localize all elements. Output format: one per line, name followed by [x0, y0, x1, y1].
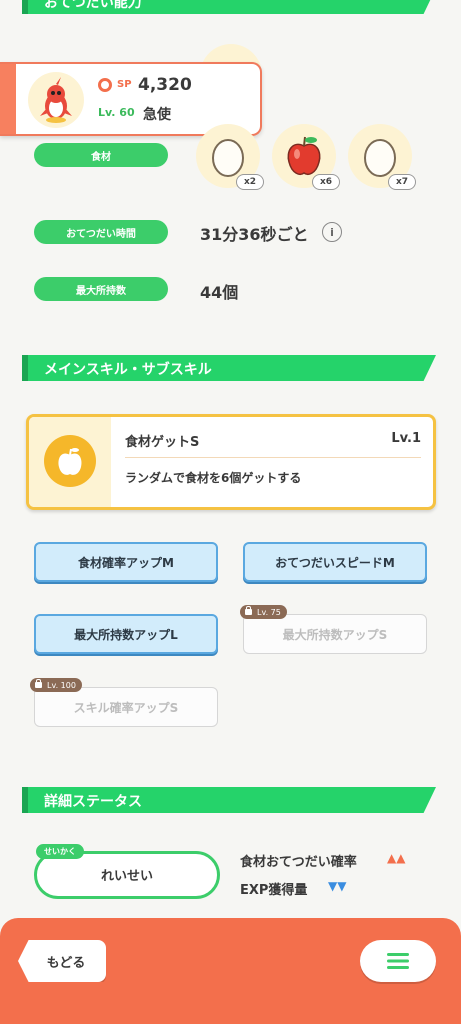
section-header-title: メインスキル・サブスキル — [44, 362, 212, 378]
egg-icon — [364, 139, 396, 177]
apple-icon — [287, 136, 321, 175]
nature-up-arrows: ▲▲ — [387, 851, 406, 865]
sp-label: SP — [117, 79, 132, 90]
main-skill-divider — [125, 457, 421, 458]
ingredient-count: x2 — [236, 174, 264, 190]
unlock-level: Lv. 75 — [257, 607, 281, 617]
back-button[interactable]: もどる — [18, 940, 106, 982]
ingredient-slot-3[interactable]: x7 — [348, 124, 416, 190]
nature-value: れいせい — [100, 869, 153, 884]
apple-icon — [58, 448, 82, 475]
section-header-title: 詳細ステータス — [44, 794, 142, 810]
nature-effect-up-label: 食材おてつだい確率 — [240, 855, 357, 870]
ingredient-count: x6 — [312, 174, 340, 190]
ingredient-slot-1[interactable]: x2 — [196, 124, 264, 190]
unlock-badge: Lv. 75 — [240, 605, 287, 619]
lock-icon — [245, 606, 252, 615]
section-header-help-ability: おてつだい能力 — [22, 0, 436, 14]
hamburger-menu-icon — [387, 953, 409, 969]
help-time-label: おてつだい時間 — [34, 220, 168, 244]
main-skill-name: 食材ゲットS — [125, 435, 200, 450]
unlock-level: Lv. 100 — [47, 680, 76, 690]
pokemon-level: Lv. 60 — [98, 106, 135, 119]
unlock-badge: Lv. 100 — [30, 678, 82, 692]
main-skill-description: ランダムで食材を6個ゲットする — [125, 471, 302, 485]
info-icon[interactable]: i — [322, 222, 342, 242]
sub-skill-5[interactable]: スキル確率アップS — [34, 687, 218, 727]
skill-icon — [44, 435, 96, 487]
main-skill-card[interactable]: 食材ゲットS Lv.1 ランダムで食材を6個ゲットする — [26, 414, 436, 510]
nature-down-arrows: ▼▼ — [328, 879, 347, 893]
lock-icon — [35, 679, 42, 688]
sp-icon — [98, 78, 112, 92]
section-header-title: おてつだい能力 — [44, 0, 142, 11]
card-stripe — [0, 64, 16, 134]
ingredient-count: x7 — [388, 174, 416, 190]
max-carry-label: 最大所持数 — [34, 277, 168, 301]
skill-icon-area — [29, 417, 111, 507]
section-header-bar — [22, 787, 28, 813]
menu-button[interactable] — [360, 940, 436, 982]
pokemon-icon — [28, 72, 84, 128]
help-time-value: 31分36秒ごと — [200, 225, 309, 244]
main-skill-level: Lv.1 — [391, 431, 421, 446]
sub-skill-3[interactable]: 最大所持数アップL — [34, 614, 218, 654]
ingredient-slot-2[interactable]: x6 — [272, 124, 340, 190]
sub-skill-2[interactable]: おてつだいスピードM — [243, 542, 427, 582]
section-header-bar — [22, 0, 28, 14]
section-header-bar — [22, 355, 28, 381]
sub-skill-1[interactable]: 食材確率アップM — [34, 542, 218, 582]
section-header-skills: メインスキル・サブスキル — [22, 355, 436, 381]
nature-effect-down-label: EXP獲得量 — [240, 883, 308, 898]
pokemon-nickname: 急使 — [143, 107, 171, 123]
sp-value: 4,320 — [138, 75, 192, 95]
info-icon-glyph: i — [330, 225, 334, 239]
ingredients-label: 食材 — [34, 143, 168, 167]
section-header-detail-status: 詳細ステータス — [22, 787, 436, 813]
egg-icon — [212, 139, 244, 177]
sub-skill-4[interactable]: 最大所持数アップS — [243, 614, 427, 654]
max-carry-value: 44個 — [200, 283, 239, 302]
nature-tag: せいかく — [36, 844, 84, 859]
